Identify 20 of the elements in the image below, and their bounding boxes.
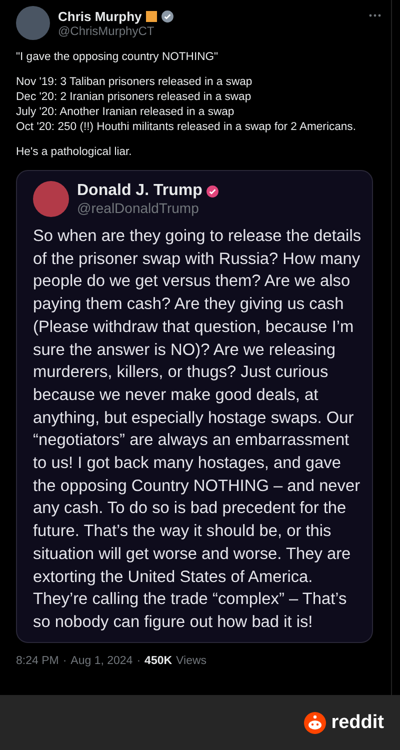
more-options-icon[interactable]: [369, 14, 381, 17]
tweet-text: "I gave the opposing country NOTHING": [16, 50, 220, 65]
views-label: Views: [176, 654, 207, 667]
avatar[interactable]: [16, 6, 50, 40]
post-date[interactable]: Aug 1, 2024: [70, 654, 133, 667]
author-name[interactable]: Chris Murphy: [58, 8, 142, 24]
separator: ·: [136, 654, 141, 667]
author-handle[interactable]: @ChrisMurphyCT: [58, 24, 361, 38]
tweet-text: Nov '19: 3 Taliban prisoners released in a swap Dec '20: 2 Iranian prisoners released in a swap July '20: Another Iranian released in a swap Oct '20: 250 (!!) Houthi militants released in a swap for 2 Americans.: [16, 75, 357, 135]
brand-name: reddit: [331, 712, 384, 734]
author-handle[interactable]: @realDonaldTrump: [77, 200, 362, 216]
quoted-tweet-card[interactable]: [16, 170, 373, 643]
post-time[interactable]: 8:24 PM: [16, 654, 59, 667]
separator: ·: [62, 654, 67, 667]
author-name[interactable]: Donald J. Trump: [77, 182, 202, 200]
tweet-text: He's a pathological liar.: [16, 145, 133, 160]
quoted-tweet-text: So when are they going to release the details of the prisoner swap with Russia? How many people do we get versus them? Are we also paying them cash? Are they giving us cash (Please withdraw that question, because I’m sure the answer is NO)? Are we releasing murderers, killers, or thugs? Just curious because we never make good deals, at anything, but especially hostage swaps. Our “negotiators” are always an embarrassment to us! I got back many hostages, and gave the opposing Country NOTHING – and never any cash. To do so is bad precedent for the future. That’s the way it should be, or this situation will get worse and worse. They are extorting the United States of America. They’re calling the trade “complex” – That’s so nobody can figure out how bad it is!: [33, 226, 362, 633]
reddit-logo-icon: [303, 710, 328, 734]
views-count: 450K: [144, 654, 172, 667]
avatar[interactable]: [33, 181, 69, 217]
